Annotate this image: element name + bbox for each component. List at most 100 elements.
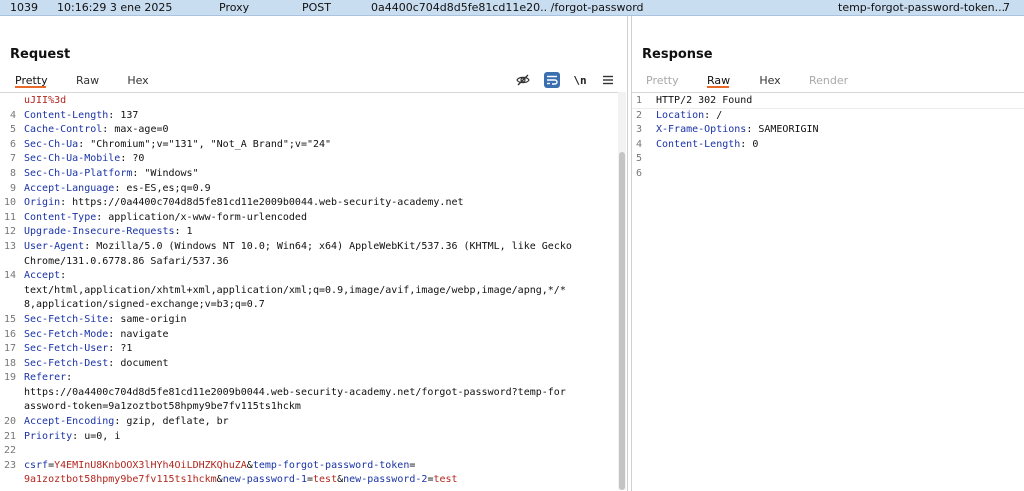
code-line[interactable]: Accept-Language: es-ES,es;q=0.9 [24,182,572,197]
request-tab-rule [0,92,626,93]
line-number: 4 [635,138,642,150]
history-row-selected[interactable]: 1039 10:16:29 3 ene 2025 Proxy POST 0a44… [0,0,1024,16]
line-number [0,298,16,313]
code-line[interactable]: Sec-Fetch-Dest: document [24,357,572,372]
response-editor[interactable]: 123456 HTTP/2 302 Found Location: / X-Fram… [632,94,1024,214]
text-token: : ?0 [120,153,145,165]
code-line[interactable]: 8,application/signed-exchange;v=b3;q=0.7 [24,298,572,313]
code-line[interactable]: Accept-Encoding: gzip, deflate, br [24,415,572,430]
line-number [0,386,16,401]
text-token: Chrome/131.0.6778.86 Safari/537.36 [24,255,229,267]
code-line[interactable] [24,444,572,459]
header-name: Content-Type [24,211,97,223]
response-tab-hex[interactable]: Hex [759,71,781,87]
line-number [0,400,16,415]
wrap-lines-icon[interactable] [544,72,560,88]
code-line[interactable]: Content-Type: application/x-www-form-url… [24,211,572,226]
code-line[interactable]: uJII%3d [24,94,572,109]
show-newlines-button[interactable]: \n [572,72,588,88]
code-line[interactable]: text/html,application/xhtml+xml,applicat… [24,284,572,299]
code-line[interactable]: Location: / [656,109,819,124]
text-token: : 0 [740,138,759,150]
header-name: Location [656,109,705,121]
code-line[interactable]: HTTP/2 302 Found [656,94,819,109]
code-line[interactable]: Upgrade-Insecure-Requests: 1 [24,225,572,240]
request-title: Request [10,47,71,62]
code-line[interactable]: 9a1zoztbot58hpmy9be7fv115ts1hckm&new-pas… [24,473,572,488]
line-number: 2 [635,109,642,121]
code-line[interactable]: Chrome/131.0.6778.86 Safari/537.36 [24,255,572,270]
header-name: Sec-Fetch-Dest [24,357,109,369]
code-line[interactable]: Sec-Ch-Ua-Mobile: ?0 [24,152,572,167]
line-number [0,255,16,270]
line-number: 18 [3,357,16,369]
text-token: : [66,372,73,384]
code-line[interactable] [656,167,819,182]
param-value: test [433,474,458,486]
request-tab-raw[interactable]: Raw [76,71,99,87]
line-number: 6 [635,167,642,179]
text-token: HTTP/2 302 Found [656,95,753,106]
code-line[interactable]: Sec-Ch-Ua: "Chromium";v="131", "Not_A Br… [24,138,572,153]
code-line[interactable]: Sec-Fetch-Site: same-origin [24,313,572,328]
line-number: 20 [3,416,16,428]
line-number [0,284,16,299]
request-code[interactable]: uJII%3d Content-Length: 137 Cache-Control:… [24,94,572,488]
pane-divider[interactable] [627,16,628,491]
header-name: Referer [24,372,67,384]
history-time: 10:16:29 3 ene 2025 [57,1,173,14]
text-token: : es-ES,es;q=0.9 [114,182,211,194]
text-token: 8,application/signed-exchange;v=b3;q=0.7 [24,299,265,311]
text-token: text/html,application/xhtml+xml,applicat… [24,284,566,296]
line-number: 5 [635,153,642,165]
code-line[interactable]: Sec-Fetch-Mode: navigate [24,328,572,343]
response-tab-render[interactable]: Render [809,71,848,87]
param-value: test [313,474,338,486]
history-url: 0a4400c704d8d5fe81cd11e20.. /forgot-pass… [371,1,644,14]
response-tab-pretty[interactable]: Pretty [646,71,679,87]
code-line[interactable]: assword-token=9a1zoztbot58hpmy9be7fv115t… [24,400,572,415]
request-tab-hex[interactable]: Hex [127,71,149,87]
line-number: 11 [3,211,16,223]
code-line[interactable] [656,152,819,167]
text-token: : "Windows" [132,167,199,179]
code-line[interactable]: User-Agent: Mozilla/5.0 (Windows NT 10.0… [24,240,572,255]
text-token: : navigate [108,328,169,340]
request-editor[interactable]: 4 5 6 7 8 9 10 11 12 13 14 15 16 17 18 19 20 21 22 23 uJII%… [0,94,617,491]
history-count: 7 [1003,1,1010,14]
response-tabs: Pretty Raw Hex Render [632,71,1024,93]
line-number [0,473,16,488]
line-number: 9 [9,182,16,194]
response-tab-raw[interactable]: Raw [707,71,730,88]
code-line[interactable]: Cache-Control: max-age=0 [24,123,572,138]
header-name: Accept [24,270,61,282]
line-number: 13 [3,240,16,252]
code-line[interactable]: csrf=Y4EMInU8KnbOOX3lHYh4OiLDHZKQhuZA&te… [24,459,572,474]
code-line[interactable]: Accept: [24,269,572,284]
text-token: : max-age=0 [102,124,169,136]
hide-nonprintable-icon[interactable] [515,72,531,88]
text-token: : document [108,357,169,369]
line-number: 7 [9,153,16,165]
code-line[interactable]: Priority: u=0, i [24,430,572,445]
header-name: Sec-Ch-Ua-Platform [24,167,133,179]
header-name: Sec-Fetch-Mode [24,328,109,340]
code-line[interactable]: Sec-Fetch-User: ?1 [24,342,572,357]
text-token: : gzip, deflate, br [114,416,229,428]
code-line[interactable]: X-Frame-Options: SAMEORIGIN [656,123,819,138]
menu-icon[interactable] [600,72,616,88]
code-line[interactable]: https://0a4400c704d8d5fe81cd11e2009b0044… [24,386,572,401]
line-number: 5 [9,124,16,136]
text-token: : Mozilla/5.0 (Windows NT 10.0; Win64; x… [84,240,572,252]
request-scrollbar-thumb[interactable] [619,152,625,490]
code-line[interactable]: Content-Length: 0 [656,138,819,153]
code-line[interactable]: Referer: [24,371,572,386]
request-tab-pretty[interactable]: Pretty [15,71,48,88]
text-token: : "Chromium";v="131", "Not_A Brand";v="2… [78,138,332,150]
code-line[interactable]: Content-Length: 137 [24,109,572,124]
header-name: Cache-Control [24,124,103,136]
code-line[interactable]: Sec-Ch-Ua-Platform: "Windows" [24,167,572,182]
header-name: Sec-Ch-Ua [24,138,79,150]
text-token: : ?1 [108,343,133,355]
code-line[interactable]: Origin: https://0a4400c704d8d5fe81cd11e2… [24,196,572,211]
